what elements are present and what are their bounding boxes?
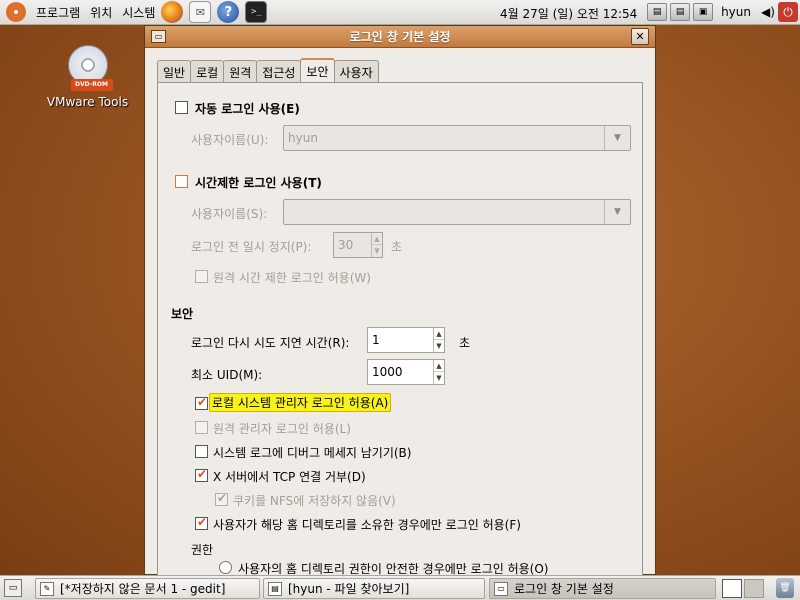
close-button[interactable]: ✕ [631, 28, 649, 45]
ubuntu-logo-icon[interactable] [6, 2, 26, 22]
tab-local[interactable]: 로컬 [190, 60, 225, 82]
tab-remote[interactable]: 원격 [223, 60, 258, 82]
deny-tcp-label: X 서버에서 TCP 연결 거부(D) [213, 470, 366, 484]
min-uid-spinner[interactable]: 1000 ▲ ▼ [367, 359, 445, 385]
system-tray: ▤ ▤ ▣ hyun ◀) ⏻ [644, 2, 800, 22]
retry-delay-spinner[interactable]: 1 ▲ ▼ [367, 327, 445, 353]
tab-users[interactable]: 사용자 [333, 60, 379, 82]
printer-icon[interactable]: ▤ [647, 3, 668, 21]
task-login-settings-label: 로그인 창 기본 설정 [514, 582, 614, 596]
pause-label: 로그인 전 일시 정지(P): [191, 240, 312, 254]
power-icon[interactable]: ⏻ [778, 2, 798, 22]
text-editor-icon: ✎ [40, 581, 54, 596]
retry-delay-spinner-buttons[interactable]: ▲ ▼ [433, 328, 444, 352]
window-title: 로그인 창 기본 설정 [349, 30, 451, 44]
pause-spinner-buttons[interactable]: ▲ ▼ [371, 233, 382, 257]
local-admin-login-checkbox[interactable] [195, 395, 208, 410]
firefox-icon[interactable] [161, 1, 184, 23]
chevron-down-icon: ▼ [604, 200, 630, 224]
timed-login-user-combo[interactable]: ▼ [283, 199, 631, 225]
bottom-panel: ▭ ✎ [*저장하지 않은 문서 1 - gedit] ▤ [hyun - 파일… [0, 575, 800, 600]
tab-bar: 일반 로컬 원격 접근성 보안 사용자 [157, 58, 379, 82]
desktop-icon-vmware-tools[interactable]: DVD-ROM VMware Tools [45, 45, 130, 109]
security-tab-panel: 자동 로그인 사용(E) 사용자이름(U): hyun ▼ 시간제한 로그인 사… [157, 82, 643, 576]
terminal-icon[interactable]: >_ [245, 1, 268, 23]
remote-admin-login-label: 원격 관리자 로그인 허용(L) [213, 422, 351, 436]
task-login-settings[interactable]: ▭ 로그인 창 기본 설정 [489, 578, 716, 599]
tab-general[interactable]: 일반 [157, 60, 192, 82]
security-heading: 보안 [171, 307, 194, 321]
workspace-2[interactable] [744, 579, 764, 598]
dvd-badge: DVD-ROM [70, 79, 113, 91]
login-settings-window: ▭ 로그인 창 기본 설정 ✕ 일반 로컬 원격 접근성 보안 사용자 자동 로… [144, 25, 656, 576]
username[interactable]: hyun [721, 5, 751, 19]
retry-delay-label: 로그인 다시 시도 지연 시간(R): [191, 336, 350, 350]
pause-spinner[interactable]: 30 ▲ ▼ [333, 232, 383, 258]
safe-permissions-radio[interactable] [219, 561, 232, 574]
help-icon[interactable]: ? [217, 1, 240, 23]
task-file-browser-label: [hyun - 파일 찾아보기] [288, 582, 410, 596]
remote-admin-login-checkbox[interactable] [195, 421, 208, 434]
remote-timed-login-label: 원격 시간 제한 로그인 허용(W) [213, 271, 371, 285]
deny-tcp-checkbox[interactable] [195, 467, 208, 482]
retry-delay-value: 1 [372, 333, 380, 347]
folder-icon: ▤ [268, 581, 282, 596]
pause-value: 30 [338, 238, 354, 252]
trash-icon[interactable]: 🗑 [776, 578, 794, 598]
min-uid-value: 1000 [372, 365, 403, 379]
menu-applications[interactable]: 프로그램 [36, 4, 80, 21]
remote-timed-login-checkbox[interactable] [195, 270, 208, 283]
owner-home-checkbox[interactable] [195, 515, 208, 530]
min-uid-spinner-buttons[interactable]: ▲ ▼ [433, 360, 444, 384]
auto-login-user-value: hyun [288, 131, 318, 145]
window-titlebar[interactable]: ▭ 로그인 창 기본 설정 ✕ [145, 26, 655, 48]
auto-login-label: 자동 로그인 사용(E) [195, 102, 300, 116]
desktop-icon-label: VMware Tools [46, 95, 129, 109]
menu-system[interactable]: 시스템 [122, 4, 155, 21]
volume-icon[interactable]: ◀) [758, 3, 778, 21]
pause-unit: 초 [391, 240, 403, 254]
permissions-heading: 권한 [191, 543, 214, 557]
local-admin-login-label: 로컬 시스템 관리자 로그인 허용(A) [209, 393, 392, 412]
chevron-down-icon: ▼ [604, 126, 630, 150]
dvd-icon: DVD-ROM [67, 45, 113, 91]
tab-accessibility[interactable]: 접근성 [256, 60, 302, 82]
nfs-cookies-label: 쿠키를 NFS에 저장하지 않음(V) [233, 494, 396, 508]
clock[interactable]: 4월 27일 (일) 오전 12:54 [500, 5, 637, 22]
timed-login-checkbox[interactable] [175, 175, 188, 188]
mail-icon[interactable]: ✉ [189, 1, 212, 23]
workspace-1[interactable] [722, 579, 742, 598]
auto-login-checkbox[interactable] [175, 101, 188, 114]
debug-messages-label: 시스템 로그에 디버그 메세지 남기기(B) [213, 446, 412, 460]
task-gedit[interactable]: ✎ [*저장하지 않은 문서 1 - gedit] [35, 578, 260, 599]
network-icon[interactable]: ▣ [693, 3, 714, 21]
tab-security[interactable]: 보안 [300, 58, 335, 82]
owner-home-label: 사용자가 해당 홈 디렉토리를 소유한 경우에만 로그인 허용(F) [213, 518, 521, 532]
window-icon: ▭ [494, 581, 508, 596]
timed-login-user-label: 사용자이름(S): [191, 207, 268, 221]
debug-messages-checkbox[interactable] [195, 445, 208, 458]
retry-delay-unit: 초 [459, 336, 471, 350]
task-gedit-label: [*저장하지 않은 문서 1 - gedit] [60, 582, 226, 596]
timed-login-label: 시간제한 로그인 사용(T) [195, 176, 322, 190]
show-desktop-icon[interactable]: ▭ [4, 579, 22, 597]
auto-login-user-label: 사용자이름(U): [191, 133, 269, 147]
top-panel: 프로그램 위치 시스템 ✉ ? >_ 4월 27일 (일) 오전 12:54 ▤… [0, 0, 800, 25]
nfs-cookies-checkbox[interactable] [215, 491, 228, 506]
task-file-browser[interactable]: ▤ [hyun - 파일 찾아보기] [263, 578, 485, 599]
auto-login-user-combo[interactable]: hyun ▼ [283, 125, 631, 151]
printer-2-icon[interactable]: ▤ [670, 3, 691, 21]
menu-places[interactable]: 위치 [90, 4, 112, 21]
min-uid-label: 최소 UID(M): [191, 368, 263, 382]
